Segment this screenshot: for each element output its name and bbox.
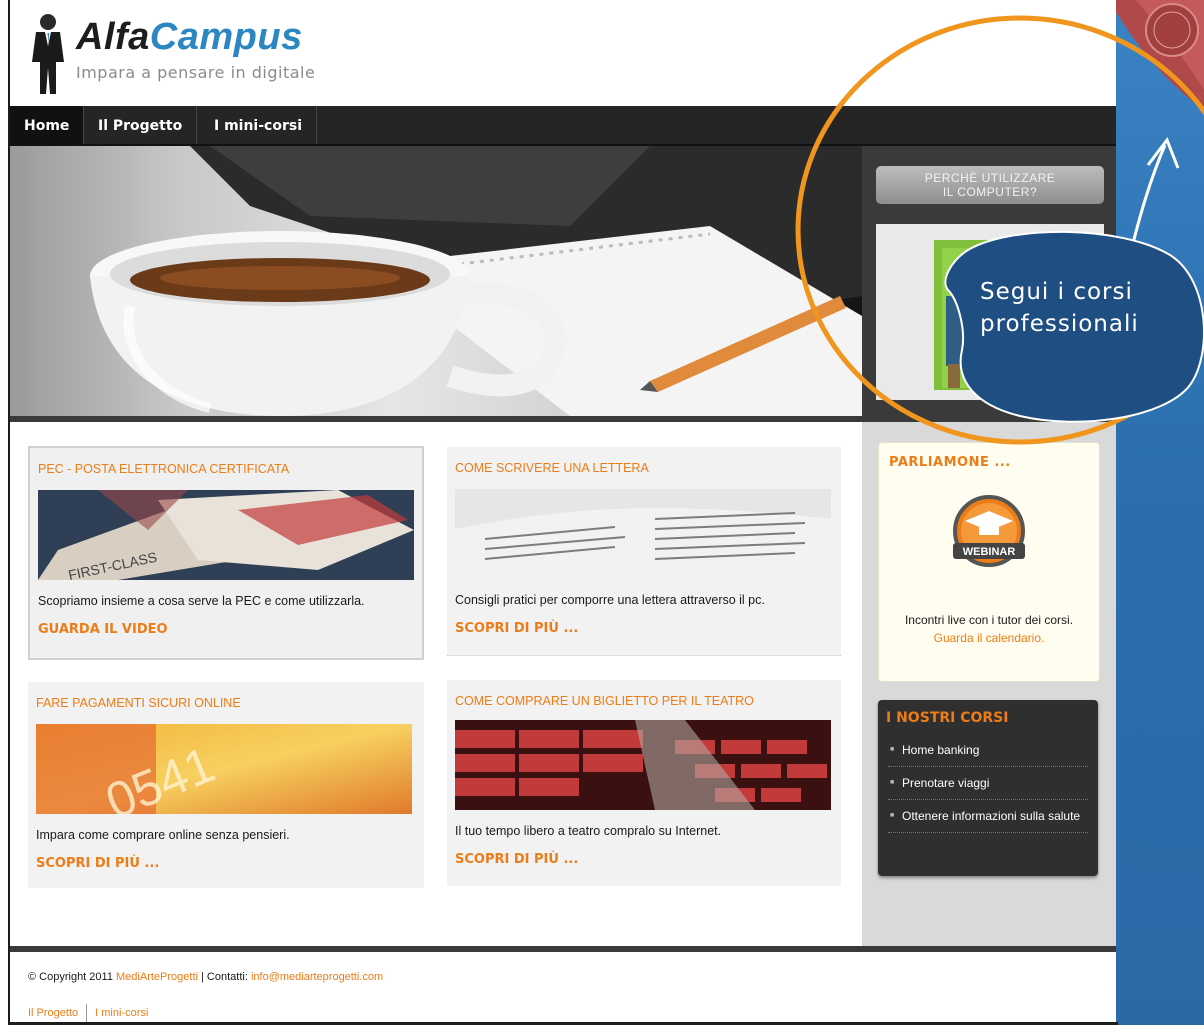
- card-description: Il tuo tempo libero a teatro compralo su…: [455, 824, 722, 838]
- email-link[interactable]: info@mediarteprogetti.com: [251, 971, 383, 983]
- credit-card-image: 0541: [36, 724, 412, 814]
- company-link[interactable]: MediArteProgetti: [116, 971, 198, 983]
- why-button-line1: PERCHÈ UTILIZZARE: [924, 171, 1056, 185]
- why-use-computer-button[interactable]: PERCHÈ UTILIZZARE IL COMPUTER?: [876, 166, 1104, 204]
- footer-link-mini-corsi[interactable]: I mini-corsi: [95, 1007, 148, 1019]
- footer-link-separator: [86, 1004, 88, 1022]
- logo-tagline: Impara a pensare in digitale: [76, 63, 316, 82]
- card-title[interactable]: COME SCRIVERE UNA LETTERA: [455, 461, 649, 475]
- card-link[interactable]: SCOPRI DI PIÙ ...: [455, 852, 578, 867]
- seal-decoration: [1116, 0, 1204, 110]
- courses-title: I NOSTRI CORSI: [886, 710, 1009, 726]
- card-description: Consigli pratici per comporre una letter…: [455, 593, 765, 607]
- site-footer: © Copyright 2011 MediArteProgetti | Cont…: [10, 952, 1116, 1022]
- hero-image: [10, 146, 862, 416]
- our-courses-box: I NOSTRI CORSI Home banking Prenotare vi…: [878, 700, 1098, 876]
- card-link[interactable]: SCOPRI DI PIÙ ...: [455, 621, 578, 636]
- footer-copyright: © Copyright 2011 MediArteProgetti | Cont…: [28, 971, 383, 983]
- nav-il-progetto[interactable]: Il Progetto: [84, 106, 198, 144]
- stamps-image: FIRST-CLASS: [38, 490, 414, 580]
- footer-link-il-progetto[interactable]: Il Progetto: [28, 1007, 78, 1019]
- nav-home[interactable]: Home: [10, 106, 85, 144]
- logo-campus: Campus: [149, 16, 303, 58]
- bubble-line-2: professionali: [980, 311, 1139, 337]
- footer-links: Il Progetto I mini-corsi: [28, 1004, 148, 1022]
- logo-wordmark[interactable]: AlfaCampus: [76, 16, 303, 59]
- card-link[interactable]: GUARDA IL VIDEO: [38, 622, 168, 637]
- card-pagamenti: FARE PAGAMENTI SICURI ONLINE 0541 Impara…: [28, 682, 424, 888]
- card-description: Scopriamo insieme a cosa serve la PEC e …: [38, 594, 365, 608]
- main-navigation: Home Il Progetto I mini-corsi: [10, 106, 1116, 146]
- theater-seats-image: [455, 720, 831, 810]
- card-title[interactable]: COME COMPRARE UN BIGLIETTO PER IL TEATRO: [455, 694, 754, 708]
- webinar-box: PARLIAMONE ... WEBINAR Incontri live con…: [878, 442, 1100, 682]
- courses-list: Home banking Prenotare viaggi Ottenere i…: [888, 734, 1088, 833]
- course-item-informazioni-salute[interactable]: Ottenere informazioni sulla salute: [888, 800, 1088, 833]
- site-header: AlfaCampus Impara a pensare in digitale: [10, 0, 1116, 106]
- logo-alfa: Alfa: [76, 16, 150, 58]
- bubble-text: Segui i corsi professionali: [980, 276, 1200, 340]
- course-item-home-banking[interactable]: Home banking: [888, 734, 1088, 767]
- webinar-description: Incontri live con i tutor dei corsi.: [904, 613, 1074, 627]
- nav-mini-corsi[interactable]: I mini-corsi: [200, 106, 317, 144]
- bubble-line-1: Segui i corsi: [980, 279, 1133, 305]
- webinar-badge-icon[interactable]: WEBINAR: [941, 487, 1037, 583]
- card-link[interactable]: SCOPRI DI PIÙ ...: [36, 856, 159, 871]
- decorative-side-panel: [1116, 0, 1204, 1025]
- card-lettera: COME SCRIVERE UNA LETTERA Consigli prati…: [447, 447, 841, 656]
- webinar-badge-label: WEBINAR: [963, 546, 1016, 558]
- why-button-line2: IL COMPUTER?: [942, 185, 1038, 199]
- course-item-prenotare-viaggi[interactable]: Prenotare viaggi: [888, 767, 1088, 800]
- card-description: Impara come comprare online senza pensie…: [36, 828, 290, 842]
- card-pec: PEC - POSTA ELETTRONICA CERTIFICATA FIRS…: [28, 446, 424, 660]
- card-title[interactable]: FARE PAGAMENTI SICURI ONLINE: [36, 696, 241, 710]
- businessman-logo-icon[interactable]: [26, 12, 70, 96]
- webinar-box-title: PARLIAMONE ...: [889, 455, 1011, 470]
- webinar-calendar-link[interactable]: Guarda il calendario.: [879, 631, 1099, 645]
- card-title[interactable]: PEC - POSTA ELETTRONICA CERTIFICATA: [38, 462, 289, 476]
- copyright-text: © Copyright 2011: [28, 971, 113, 983]
- card-teatro: COME COMPRARE UN BIGLIETTO PER IL TEATRO…: [447, 680, 841, 886]
- book-image: [455, 489, 831, 579]
- contacts-label: | Contatti:: [201, 971, 248, 983]
